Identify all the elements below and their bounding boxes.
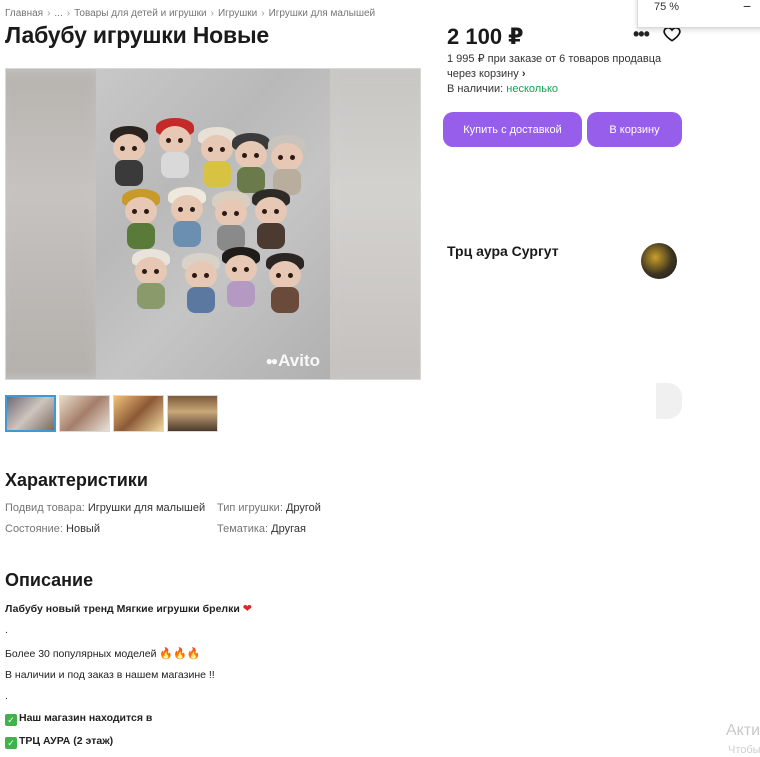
photo-blur-left xyxy=(6,69,100,379)
thumbnail-2[interactable] xyxy=(59,395,110,432)
doll-figure xyxy=(106,124,152,188)
doll-figure xyxy=(128,247,174,311)
breadcrumb-separator: › xyxy=(261,8,265,19)
doll-figure xyxy=(218,245,264,309)
description-line: ✓ ТРЦ АУРА (2 этаж) xyxy=(5,735,113,749)
main-photo[interactable]: ●● Avito xyxy=(5,68,421,380)
thumbnail-4[interactable] xyxy=(167,395,218,432)
breadcrumb-separator: › xyxy=(210,8,214,19)
description-line: Более 30 популярных моделей 🔥🔥🔥 xyxy=(5,648,201,660)
description-title: Описание xyxy=(5,570,94,590)
thumbnail-strip xyxy=(5,395,218,432)
photo-blur-right xyxy=(326,69,420,379)
breadcrumb-kids-toys[interactable]: Товары для детей и игрушки xyxy=(74,8,207,19)
check-icon: ✓ xyxy=(5,714,17,726)
description-line: ✓ Наш магазин находится в xyxy=(5,712,152,726)
doll-figure xyxy=(152,116,198,180)
os-activation-subtext: Чтобы xyxy=(728,744,760,756)
seller-name[interactable]: Трц аура Сургут xyxy=(447,243,559,259)
doll-figure xyxy=(248,187,294,251)
char-item: Тип игрушки: Другой xyxy=(217,502,321,514)
add-to-cart-button[interactable]: В корзину xyxy=(587,112,682,147)
breadcrumb-baby-toys[interactable]: Игрушки для малышей xyxy=(269,8,376,19)
char-item: Подвид товара: Игрушки для малышей xyxy=(5,502,206,514)
char-item: Состояние: Новый xyxy=(5,523,100,535)
check-icon: ✓ xyxy=(5,737,17,749)
doll-figure xyxy=(118,187,164,251)
zoom-popup: 75 % − xyxy=(637,0,760,28)
buy-with-delivery-button[interactable]: Купить с доставкой xyxy=(443,112,582,147)
breadcrumb-separator: › xyxy=(66,8,71,19)
breadcrumb-toys[interactable]: Игрушки xyxy=(218,8,257,19)
bulk-price-note[interactable]: 1 995 ₽ при заказе от 6 товаров продавца… xyxy=(447,52,682,82)
doll-figure xyxy=(164,185,210,249)
seller-avatar[interactable] xyxy=(641,243,677,279)
scroll-placeholder xyxy=(656,383,682,419)
avito-watermark: ●● Avito xyxy=(265,351,320,370)
characteristics-title: Характеристики xyxy=(5,470,148,490)
avito-logo-icon: ●● xyxy=(265,354,278,368)
availability: В наличии: несколько xyxy=(447,83,559,95)
os-activation-text: Акти xyxy=(726,722,760,739)
availability-value: несколько xyxy=(506,83,559,95)
description-line: . xyxy=(5,624,8,636)
thumbnail-3[interactable] xyxy=(113,395,164,432)
chevron-right-icon: › xyxy=(521,68,526,80)
breadcrumb-ellipsis[interactable]: ... xyxy=(54,8,62,19)
product-photo: ●● Avito xyxy=(96,69,330,379)
breadcrumb-home[interactable]: Главная xyxy=(5,8,43,19)
description-line: . xyxy=(5,690,8,702)
description-line: Лабубу новый тренд Мягкие игрушки брелки… xyxy=(5,603,252,615)
breadcrumb-separator: › xyxy=(47,8,51,19)
red-heart-icon: ❤ xyxy=(242,603,252,615)
page-title: Лабубу игрушки Новые xyxy=(5,22,269,48)
char-item: Тематика: Другая xyxy=(217,523,306,535)
description-line: В наличии и под заказ в нашем магазине !… xyxy=(5,669,215,681)
fire-icon: 🔥🔥🔥 xyxy=(159,648,201,660)
price: 2 100 ₽ xyxy=(447,24,524,49)
breadcrumb: Главная › ... › Товары для детей и игруш… xyxy=(5,8,375,19)
doll-figure xyxy=(262,251,308,315)
zoom-out-button[interactable]: − xyxy=(743,0,751,14)
thumbnail-1[interactable] xyxy=(5,395,56,432)
zoom-level: 75 % xyxy=(654,1,680,13)
